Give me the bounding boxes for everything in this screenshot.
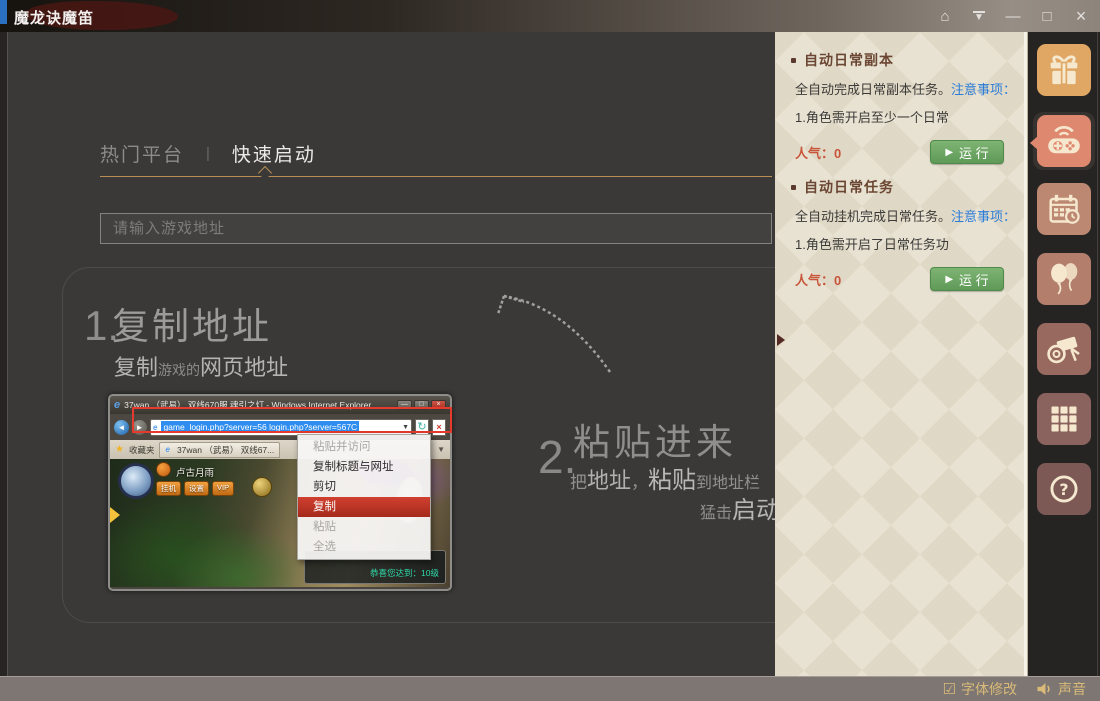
game-button-vip: VIP [212,481,234,496]
tab-underline [100,176,772,177]
scroll-icon[interactable] [1037,323,1091,375]
bullet-icon [791,58,796,63]
tab-caret [258,166,272,180]
menu-item-copy-title-url: 复制标题与网址 [298,457,430,477]
step1-description: 复制 游戏的 网页地址 [114,350,288,382]
font-modify-toggle[interactable]: ☑ 字体修改 [943,679,1017,699]
step2-title: 粘贴进来 [573,412,737,466]
task-daily-quest: 自动日常任务 全自动挂机完成日常任务。注意事项： 1.角色需开启了日常任务功 人… [775,177,1028,291]
favorites-label: 收藏夹 [129,444,155,456]
game-button-hangup: 挂机 [156,481,181,496]
home-icon[interactable]: ⌂ [932,4,958,28]
sound-toggle[interactable]: 声音 [1035,679,1086,699]
task-title: 自动日常任务 [804,177,894,197]
menu-item-cut: 剪切 [298,477,430,497]
game-address-input[interactable] [100,213,772,244]
icon-rail: ? [1028,32,1100,676]
grid-icon[interactable] [1037,393,1091,445]
step1-title: 复制地址 [112,296,272,350]
yellow-arrow-icon [110,507,120,523]
menu-item-paste-and-go: 粘贴并访问 [298,437,430,457]
popularity-label: 人气：0 [795,143,841,162]
ie-tab-more-icon: ▼ [437,445,445,454]
player-name: 卢古月雨 [176,465,214,479]
step2-action: 猛击 启动 [700,490,780,525]
window-left-edge [0,32,8,676]
task-panel: 自动日常副本 全自动完成日常副本任务。注意事项： 1.角色需开启至少一个日常 人… [775,32,1028,676]
app-window: 魔龙诀魔笛 ⌂ ▼ — □ × 热门平台 | 快速启动 1. 复制地址 复制 游… [0,0,1100,701]
main-area: 热门平台 | 快速启动 1. 复制地址 复制 游戏的 网页地址 粘贴进来 2. … [8,32,775,676]
task-title: 自动日常副本 [804,50,894,70]
notice-link[interactable]: 注意事项： [951,209,1016,224]
tab-hot-platform[interactable]: 热门平台 [100,140,184,167]
app-title: 魔龙诀魔笛 [14,7,94,28]
help-icon[interactable]: ? [1037,463,1091,515]
player-level-badge [156,462,171,477]
run-button[interactable]: ▶ 运 行 [930,140,1004,164]
panel-collapse-arrow[interactable] [777,334,785,346]
svg-text:?: ? [1059,480,1068,499]
gold-emblem [252,477,272,497]
task-description: 全自动挂机完成日常任务。注意事项： [775,206,1028,225]
game-chat-text: 恭喜您达到：10级 [370,567,439,579]
sketch-arrow [478,272,628,387]
balloons-icon[interactable] [1037,253,1091,305]
bullet-icon [791,185,796,190]
gift-icon[interactable] [1037,44,1091,96]
favorites-star-icon: ★ [115,444,124,455]
tab-quick-launch[interactable]: 快速启动 [232,140,316,167]
tab-bar: 热门平台 | 快速启动 [100,140,316,167]
ie-tab: e 37wan （武易） 双线67... [159,442,280,458]
ie-logo-icon: e [114,399,120,411]
task-description: 全自动完成日常副本任务。注意事项： [775,79,1028,98]
title-bar: 魔龙诀魔笛 ⌂ ▼ — □ × [0,0,1100,32]
game-button-settings: 设置 [184,481,209,496]
menu-item-copy: 复制 [298,497,430,517]
task-note: 1.角色需开启至少一个日常 [775,107,1028,126]
speaker-icon [1035,681,1053,697]
popularity-label: 人气：0 [795,270,841,289]
ie-back-icon: ◄ [114,420,129,435]
game-buttons: 挂机 设置 VIP [156,481,234,496]
menu-item-select-all: 全选 [298,537,430,557]
notice-link[interactable]: 注意事项： [951,82,1016,97]
status-bar: ☑ 字体修改 声音 [0,676,1100,701]
play-icon: ▶ [945,274,953,285]
minimize-icon[interactable]: — [1000,4,1026,28]
red-callout-box [132,407,452,433]
task-note: 1.角色需开启了日常任务功 [775,234,1028,253]
checkbox-checked-icon: ☑ [943,680,956,698]
close-icon[interactable]: × [1068,4,1094,28]
ie-context-menu: 粘贴并访问 复制标题与网址 剪切 复制 粘贴 全选 [297,434,431,560]
gamepad-icon[interactable] [1037,115,1091,167]
play-icon: ▶ [945,147,953,158]
menu-item-paste: 粘贴 [298,517,430,537]
task-daily-dungeon: 自动日常副本 全自动完成日常副本任务。注意事项： 1.角色需开启至少一个日常 人… [775,50,1028,164]
maximize-icon[interactable]: □ [1034,4,1060,28]
calendar-clock-icon[interactable] [1037,183,1091,235]
desktop-corner [0,0,7,24]
window-controls: ⌂ ▼ — □ × [932,0,1094,32]
run-button[interactable]: ▶ 运 行 [930,267,1004,291]
player-avatar [118,463,154,499]
tab-divider: | [206,145,210,162]
ie-screenshot: e 37wan （武易） 双线670服 魂引之灯 - Windows Inter… [108,394,452,591]
skin-menu-icon[interactable]: ▼ [966,4,992,28]
